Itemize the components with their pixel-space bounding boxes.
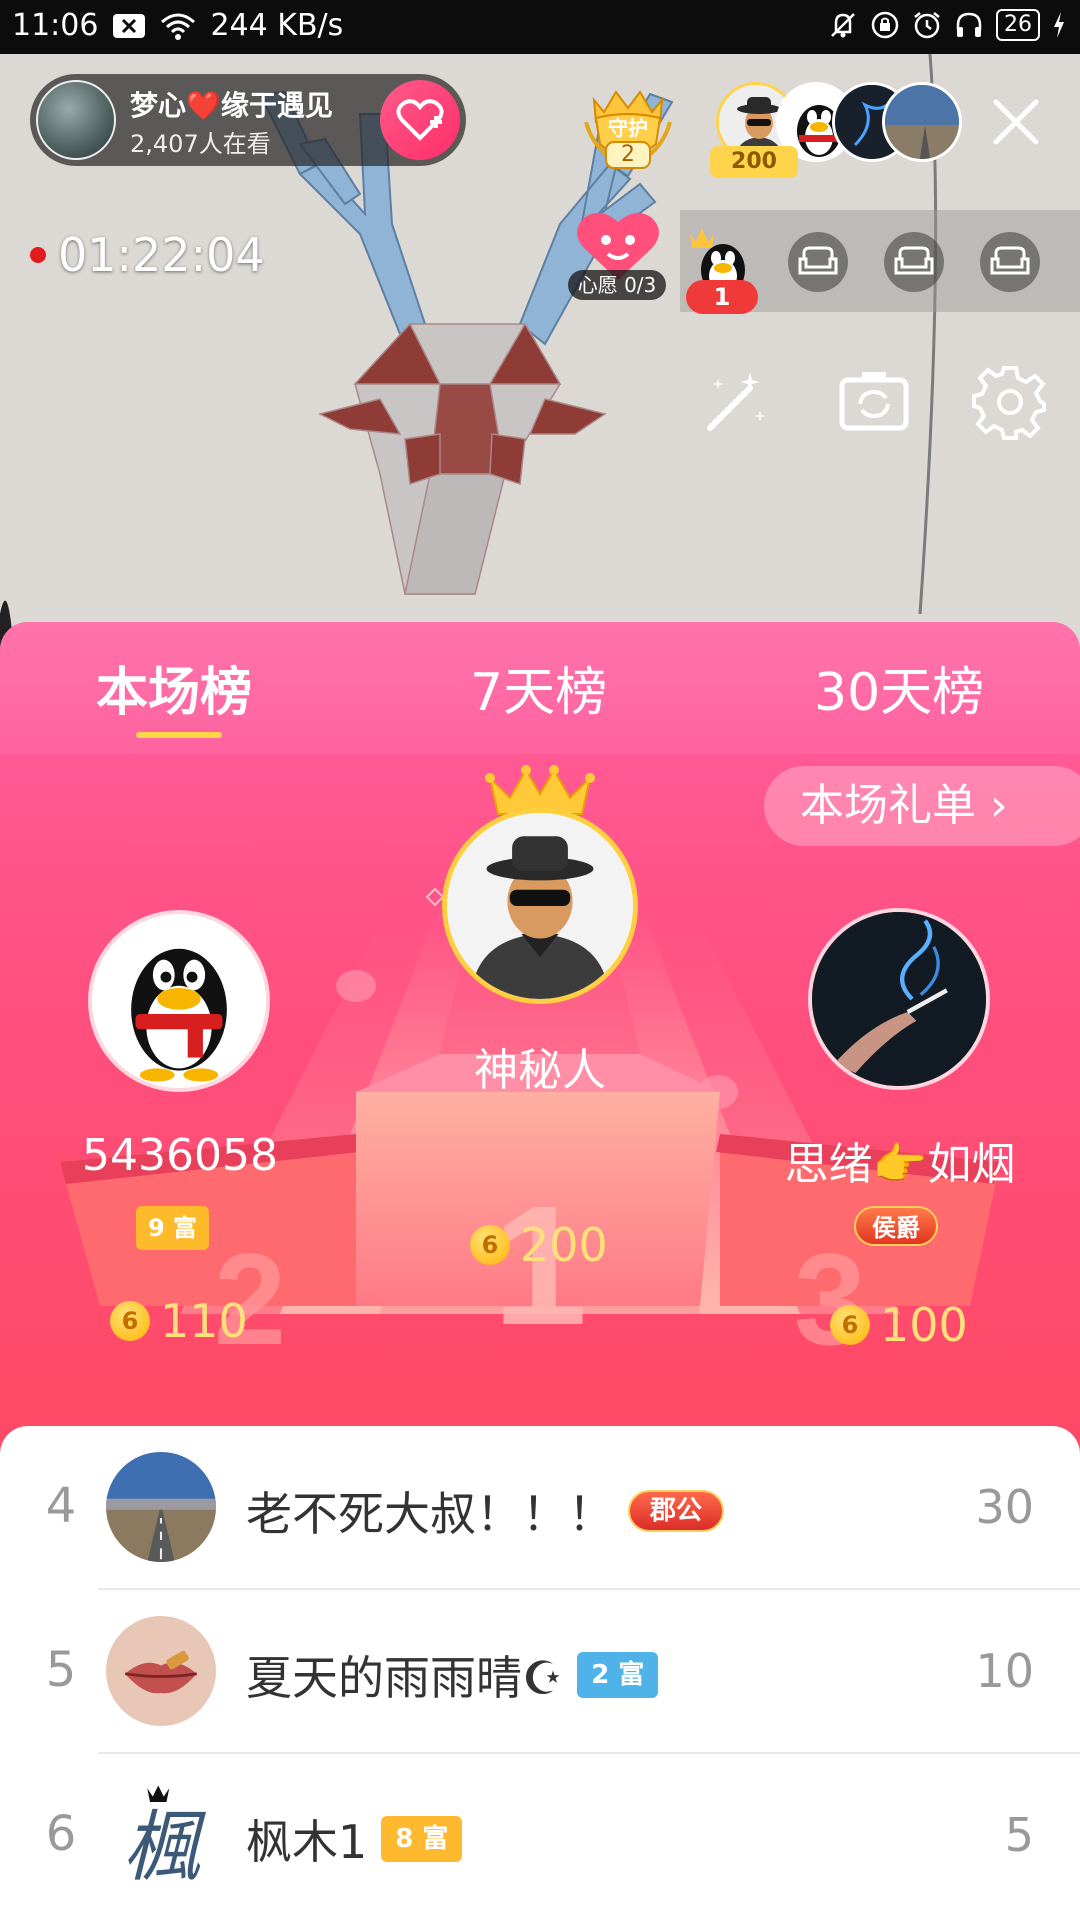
live-timer: 01:22:04: [30, 228, 265, 282]
active-tab-indicator: [136, 732, 222, 738]
tab-bar: 本场榜 7天榜 30天榜: [0, 622, 1080, 754]
heart-plus-icon: [396, 99, 444, 141]
guard-label: 守护: [608, 116, 648, 140]
host-info-pill[interactable]: 梦心❤️缘于遇见 2,407人在看: [30, 74, 466, 166]
seat-number: 1: [686, 280, 758, 314]
lips-avatar-icon: [106, 1616, 216, 1726]
rich-tag: 2 富: [577, 1652, 659, 1698]
switch-camera-icon: [839, 372, 909, 431]
first-place-avatar[interactable]: [442, 808, 638, 1004]
notification-x-icon: [112, 13, 146, 39]
second-place-score-value: 110: [160, 1294, 248, 1348]
second-place-score: 6 110: [110, 1294, 248, 1348]
row-rank: 6: [45, 1806, 77, 1862]
third-place-name: 思绪👉如烟: [784, 1139, 1016, 1190]
headphone-icon: [954, 10, 984, 40]
list-item[interactable]: 5 夏天的雨雨晴☪ 2 富 10: [0, 1590, 1080, 1754]
second-place-name: 5436058: [82, 1130, 278, 1181]
noble-tag: 郡公: [628, 1490, 725, 1532]
second-place-avatar[interactable]: [88, 910, 270, 1092]
row-avatar[interactable]: [106, 1452, 216, 1562]
top-contributor-avatar-4[interactable]: [882, 82, 962, 162]
host-name: 梦心❤️缘于遇见: [130, 89, 333, 122]
timer-text: 01:22:04: [58, 228, 265, 282]
first-place-score: 6 200: [470, 1218, 608, 1272]
settings-button[interactable]: [972, 364, 1048, 440]
viewer-count: 2,407人在看: [130, 130, 271, 158]
charging-icon: [1052, 11, 1066, 39]
tab-7-days[interactable]: 7天榜: [470, 650, 607, 725]
row-score: 30: [975, 1480, 1034, 1534]
live-video[interactable]: 梦心❤️缘于遇见 2,407人在看 守护 2 200 01:22:04 心愿 0…: [0, 54, 1080, 654]
coin-icon: 6: [110, 1301, 150, 1341]
row-name: 枫木1: [246, 1815, 368, 1869]
empty-seat-3[interactable]: [980, 232, 1040, 292]
mystery-man-icon: [447, 813, 633, 999]
list-item[interactable]: 6 楓 枫木1 8 富 5: [0, 1754, 1080, 1918]
row-rank: 5: [45, 1642, 77, 1698]
switch-camera-button[interactable]: [836, 364, 912, 440]
road-avatar-icon: [106, 1452, 216, 1562]
third-place-score-value: 100: [880, 1298, 968, 1352]
rich-tag: 8 富: [381, 1816, 463, 1862]
host-avatar[interactable]: [36, 80, 116, 160]
row-name-wrap: 老不死大叔！！！ 郡公: [246, 1478, 725, 1544]
row-name: 老不死大叔！！！: [246, 1487, 614, 1541]
close-button[interactable]: [986, 92, 1046, 152]
first-place-score-value: 200: [520, 1218, 608, 1272]
tab-this-session[interactable]: 本场榜: [96, 650, 252, 725]
magic-wand-icon: [707, 372, 766, 431]
coin-icon: 6: [470, 1225, 510, 1265]
first-place-name: 神秘人: [474, 1045, 606, 1096]
gift-list-button[interactable]: 本场礼单 ›: [764, 766, 1080, 846]
rank-list: 4 老不死大叔！！！ 郡公 30 5 夏天的雨雨晴☪ 2 富 10 6 楓 枫木…: [0, 1426, 1080, 1920]
network-speed: 244 KB/s: [210, 8, 344, 43]
status-time: 11:06: [12, 8, 99, 43]
row-avatar[interactable]: [106, 1616, 216, 1726]
follow-button[interactable]: [380, 80, 460, 160]
guard-badge[interactable]: 守护 2: [584, 82, 672, 174]
row-name-wrap: 枫木1 8 富: [246, 1806, 463, 1872]
beauty-filter-button[interactable]: [698, 364, 774, 440]
wish-label: 心愿 0/3: [568, 270, 666, 300]
row-name: 夏天的雨雨晴☪: [246, 1651, 564, 1705]
wifi-icon: [160, 12, 196, 40]
second-place-rich-tag: 9 富: [136, 1206, 210, 1250]
penguin-avatar-icon: [92, 914, 266, 1088]
sofa-icon: [990, 246, 1030, 275]
maple-character-avatar-icon: 楓: [106, 1780, 216, 1890]
status-bar: 11:06 244 KB/s 26: [0, 0, 1080, 54]
guard-count: 2: [621, 142, 635, 167]
coin-icon: 6: [830, 1305, 870, 1345]
recording-dot-icon: [30, 247, 46, 263]
gear-icon: [972, 366, 1046, 440]
tab-30-days[interactable]: 30天榜: [814, 650, 984, 725]
empty-seat-2[interactable]: [884, 232, 944, 292]
row-avatar[interactable]: 楓: [106, 1780, 216, 1890]
row-score: 10: [975, 1644, 1034, 1698]
empty-seat-1[interactable]: [788, 232, 848, 292]
battery-icon: 26: [996, 9, 1040, 41]
sofa-icon: [798, 246, 838, 275]
sofa-icon: [894, 246, 934, 275]
row-rank: 4: [45, 1478, 77, 1534]
list-item[interactable]: 4 老不死大叔！！！ 郡公 30: [0, 1426, 1080, 1590]
close-icon: [993, 99, 1039, 145]
lock-rotation-icon: [870, 10, 900, 40]
smoke-hand-avatar-icon: [812, 912, 986, 1086]
mute-bell-icon: [828, 10, 858, 40]
row-score: 5: [1004, 1808, 1034, 1862]
third-place-score: 6 100: [830, 1298, 968, 1352]
row-name-wrap: 夏天的雨雨晴☪ 2 富: [246, 1642, 659, 1708]
third-place-noble-tag: 侯爵: [854, 1206, 938, 1246]
third-place-avatar[interactable]: [808, 908, 990, 1090]
alarm-icon: [912, 10, 942, 40]
svg-text:楓: 楓: [123, 1804, 207, 1891]
top-contributor-value: 200: [710, 146, 798, 178]
